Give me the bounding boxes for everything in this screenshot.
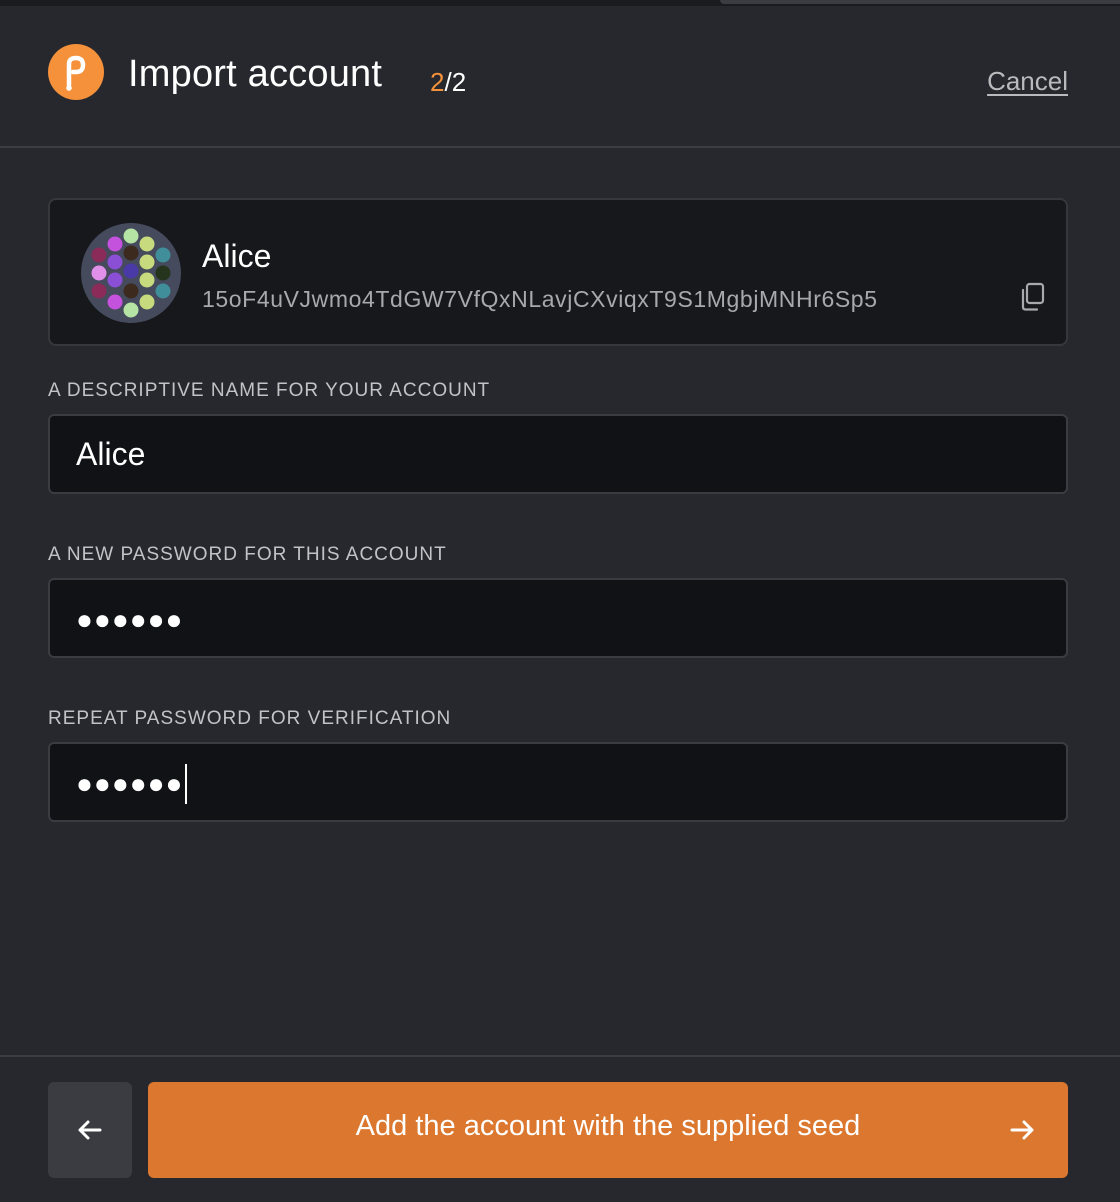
header: Import account 2/2 Cancel: [0, 6, 1120, 148]
page-title: Import account: [128, 53, 383, 95]
add-account-button[interactable]: Add the account with the supplied seed: [148, 1082, 1068, 1178]
repeat-password-label: REPEAT PASSWORD FOR VERIFICATION: [48, 708, 452, 729]
step-current: 2: [430, 67, 445, 97]
account-name-label: A DESCRIPTIVE NAME FOR YOUR ACCOUNT: [48, 380, 491, 401]
repeat-password-input[interactable]: ●●●●●●: [48, 742, 1068, 822]
account-card: Alice 15oF4uVJwmo4TdGW7VfQxNLavjCXviqxT9…: [48, 198, 1068, 346]
step-indicator: 2/2: [430, 67, 466, 98]
back-button[interactable]: [48, 1082, 132, 1178]
footer-divider: [0, 1055, 1120, 1057]
polkadot-logo-icon: [48, 44, 104, 100]
cancel-link[interactable]: Cancel: [987, 66, 1068, 97]
account-name: Alice: [202, 238, 272, 274]
password-input[interactable]: ●●●●●●: [48, 578, 1068, 658]
add-account-button-label: Add the account with the supplied seed: [355, 1110, 861, 1142]
arrow-right-icon: [1010, 1120, 1034, 1140]
browser-tab-edge: [720, 0, 1120, 4]
arrow-left-icon: [78, 1120, 102, 1140]
step-total: /2: [444, 67, 467, 97]
password-label: A NEW PASSWORD FOR THIS ACCOUNT: [48, 544, 447, 565]
text-caret: [185, 764, 188, 804]
account-name-input[interactable]: Alice: [48, 414, 1068, 494]
account-address: 15oF4uVJwmo4TdGW7VfQxNLavjCXviqxT9S1Mgbj…: [202, 286, 878, 312]
identicon: [81, 223, 181, 323]
password-masked-value: ●●●●●●: [76, 604, 184, 635]
repeat-password-masked-value: ●●●●●●: [76, 768, 184, 799]
copy-icon[interactable]: [1018, 282, 1046, 312]
repeat-password-field-content: ●●●●●●: [76, 764, 188, 804]
account-name-input-value: Alice: [76, 436, 146, 472]
